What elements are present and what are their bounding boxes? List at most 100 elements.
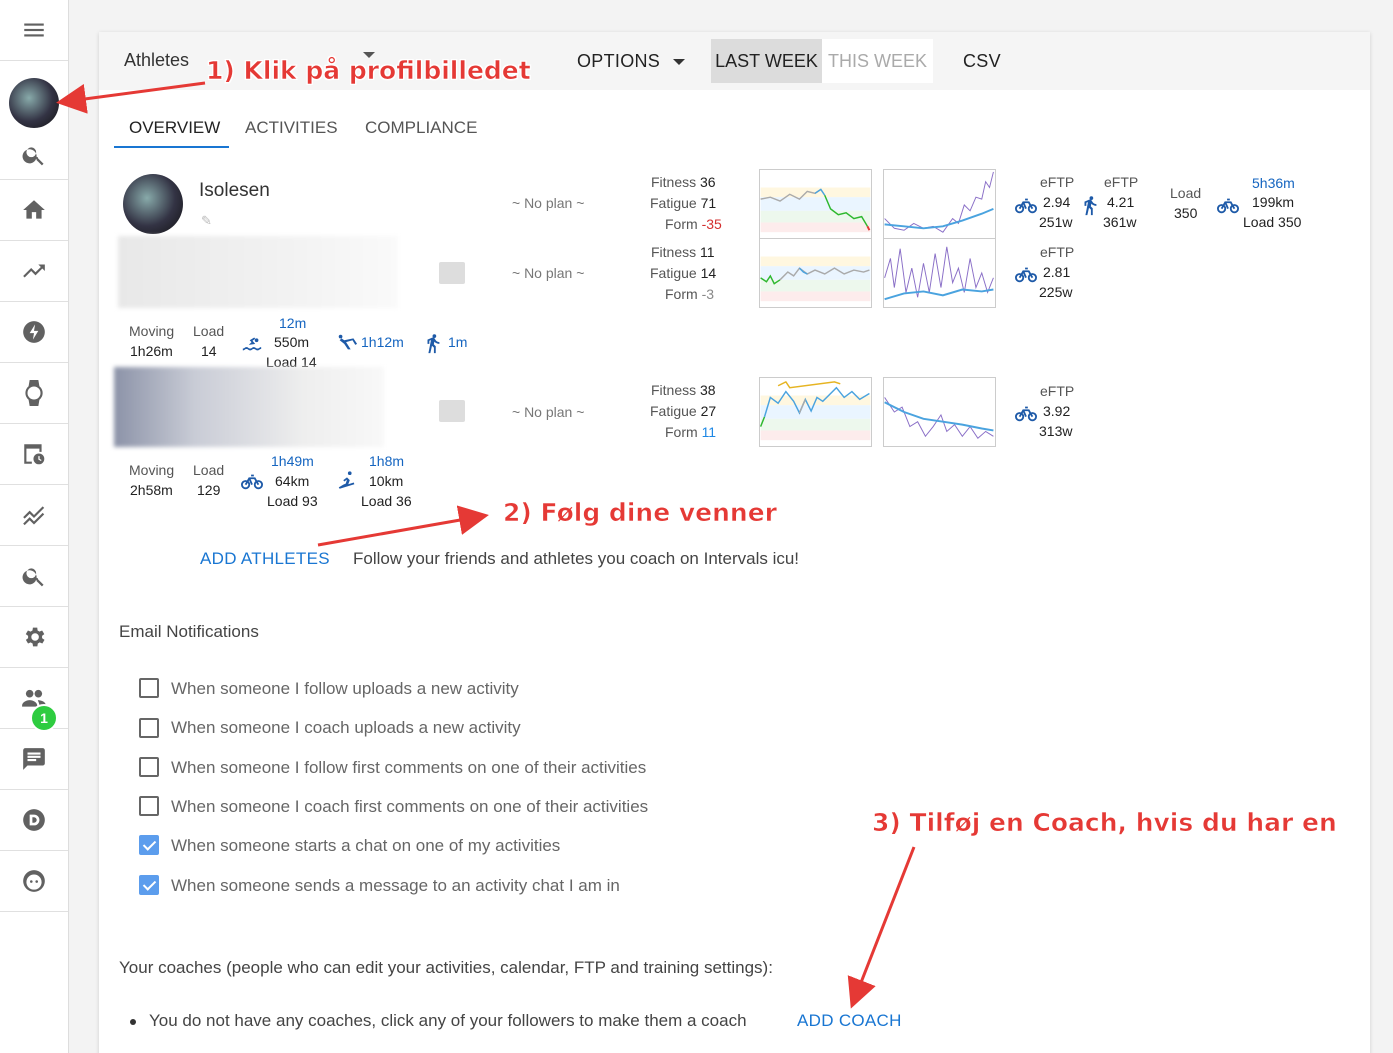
fitness-sparkline[interactable]: [759, 377, 872, 447]
notify-follow-comment-label[interactable]: When someone I follow first comments on …: [171, 758, 646, 778]
athlete-name[interactable]: Isolesen: [199, 180, 270, 202]
load-sparkline[interactable]: [883, 238, 996, 308]
ski-load: Load 36: [361, 493, 412, 509]
comment-icon[interactable]: [439, 262, 465, 284]
fitness-sparkline[interactable]: [759, 238, 872, 308]
blurred-athlete-info[interactable]: [114, 367, 384, 447]
fitness-label: Fitness: [651, 382, 697, 398]
search-button[interactable]: [0, 130, 68, 180]
fatigue-value: 14: [700, 265, 717, 281]
eftp-label: eFTP: [1040, 174, 1075, 190]
trending-up-icon: [23, 264, 45, 278]
notify-follow-upload-label[interactable]: When someone I follow uploads a new acti…: [171, 679, 519, 699]
moving-value: 2h58m: [130, 482, 173, 498]
chevron-down-icon: [673, 59, 686, 66]
avatar: [9, 78, 59, 128]
load-sparkline[interactable]: [883, 377, 996, 447]
home-button[interactable]: [0, 180, 68, 241]
swim-icon: [241, 332, 263, 354]
bike-icon: [241, 470, 263, 492]
fitness-label: Fitness: [651, 174, 697, 190]
fitness-row: Fitness 38: [651, 382, 716, 398]
eftp-label: eFTP: [1040, 383, 1075, 399]
add-coach-button[interactable]: ADD COACH: [797, 1011, 902, 1031]
fatigue-value: 71: [700, 195, 717, 211]
ride-time[interactable]: 1h49m: [271, 453, 314, 469]
profile-face-button[interactable]: [0, 851, 68, 912]
load-sparkline[interactable]: [883, 169, 996, 239]
watch-button[interactable]: [0, 363, 68, 424]
fatigue-row: Fatigue 14: [650, 265, 716, 281]
fitness-row: Fitness 36: [651, 174, 716, 190]
tab-overview[interactable]: OVERVIEW: [129, 118, 220, 138]
fitness-chart-button[interactable]: [0, 485, 68, 546]
bike-icon: [1015, 194, 1037, 216]
notify-follow-comment-checkbox[interactable]: [139, 757, 159, 777]
power-button[interactable]: [0, 302, 68, 363]
athletes-button[interactable]: 1: [0, 668, 68, 732]
tab-activities[interactable]: ACTIVITIES: [245, 118, 338, 138]
options-button[interactable]: OPTIONS: [577, 51, 686, 72]
notify-coach-upload-checkbox[interactable]: [139, 718, 159, 738]
notify-coach-upload-label[interactable]: When someone I coach uploads a new activ…: [171, 718, 521, 738]
swim-time[interactable]: 12m: [279, 315, 306, 331]
ride-time[interactable]: 5h36m: [1252, 175, 1295, 191]
eftp-label: eFTP: [1040, 244, 1075, 260]
notify-chat-start-label[interactable]: When someone starts a chat on one of my …: [171, 836, 560, 856]
form-value: 11: [701, 424, 717, 440]
menu-button[interactable]: [0, 0, 68, 61]
eftp-run-watts: 361w: [1103, 214, 1137, 230]
swim-load: Load 14: [266, 354, 317, 368]
profile-avatar-button[interactable]: [0, 68, 68, 138]
moving-value: 1h26m: [130, 343, 173, 359]
last-week-button[interactable]: LAST WEEK: [711, 39, 822, 83]
run-time[interactable]: 1m: [448, 334, 467, 350]
form-row: Form 11: [665, 424, 716, 440]
csv-button[interactable]: CSV: [963, 51, 1001, 72]
notify-follow-upload-checkbox[interactable]: [139, 678, 159, 698]
notify-coach-comment-checkbox[interactable]: [139, 796, 159, 816]
ski-time[interactable]: 1h8m: [369, 453, 404, 469]
trends-button[interactable]: [0, 241, 68, 302]
notify-chat-message-label[interactable]: When someone sends a message to an activ…: [171, 876, 620, 896]
bullet: [130, 1019, 136, 1025]
athlete-avatar[interactable]: [123, 174, 183, 234]
chat-button[interactable]: [0, 729, 68, 790]
eftp-ride-watts: 251w: [1039, 214, 1073, 230]
search-icon: [22, 568, 44, 587]
tab-compliance[interactable]: COMPLIANCE: [365, 118, 477, 138]
calendar-button[interactable]: [0, 424, 68, 485]
plan-status: ~ No plan ~: [512, 265, 585, 281]
page-title: Athletes: [124, 50, 190, 70]
chart-lines-icon: [23, 506, 45, 526]
chat-icon: [23, 748, 45, 770]
ride-distance: 199km: [1252, 194, 1295, 210]
search2-button[interactable]: [0, 546, 68, 607]
notify-coach-comment-label[interactable]: When someone I coach first comments on o…: [171, 797, 648, 817]
other-time[interactable]: 1h12m: [361, 334, 404, 350]
comment-icon[interactable]: [439, 400, 465, 422]
blurred-athlete-info[interactable]: [118, 236, 398, 308]
form-value: -3: [701, 286, 715, 302]
eftp-ride-watts: 313w: [1039, 423, 1073, 439]
discord-button[interactable]: [0, 790, 68, 851]
settings-button[interactable]: [0, 607, 68, 668]
fitness-sparkline[interactable]: [759, 169, 872, 239]
fatigue-label: Fatigue: [650, 265, 697, 281]
this-week-button[interactable]: THIS WEEK: [822, 39, 933, 83]
notify-chat-message-checkbox[interactable]: [139, 875, 159, 895]
add-athletes-button[interactable]: ADD ATHLETES: [200, 549, 330, 569]
gear-icon: [25, 627, 45, 647]
annotation-step-3: 3) Tilføj en Coach, hvis du har en: [872, 808, 1337, 838]
email-notifications-heading: Email Notifications: [119, 622, 259, 641]
load-value: 129: [197, 482, 221, 498]
form-row: Form -35: [665, 216, 722, 232]
coaches-heading: Your coaches (people who can edit your a…: [119, 958, 773, 977]
fatigue-row: Fatigue 27: [650, 403, 716, 419]
fitness-row: Fitness 11: [651, 244, 715, 260]
fatigue-label: Fatigue: [650, 195, 697, 211]
ride-load: Load 93: [267, 493, 318, 509]
notify-chat-start-checkbox[interactable]: [139, 835, 159, 855]
fatigue-row: Fatigue 71: [650, 195, 716, 211]
edit-pencil-icon[interactable]: ✎: [201, 213, 212, 229]
